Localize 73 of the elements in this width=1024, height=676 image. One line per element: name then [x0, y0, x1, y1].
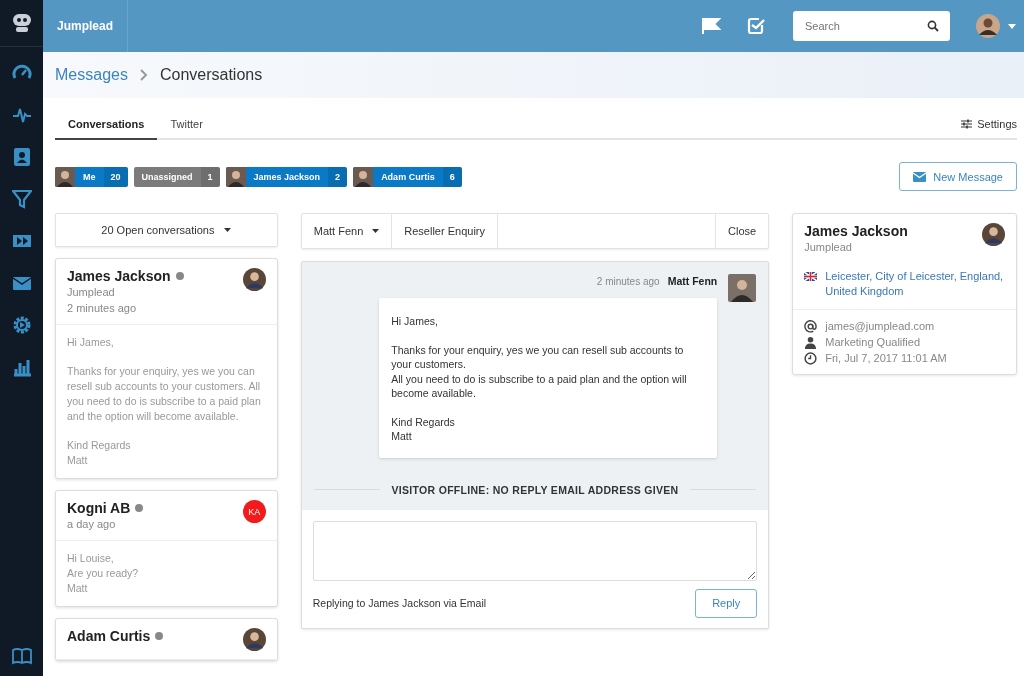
search-field[interactable]: Search [793, 11, 950, 41]
message-preview: Thanks for your enquiry, yes we you can resell sub accounts to your customers. All you need to do is subscribe to a paid plan and the option will become available. [67, 364, 262, 424]
sliders-icon [961, 119, 973, 129]
avatar [242, 268, 266, 291]
bar-chart-icon[interactable] [11, 357, 32, 377]
breadcrumb-link[interactable]: Messages [55, 66, 128, 84]
chevron-icon [139, 69, 148, 81]
avatar [225, 166, 246, 187]
filter-chip[interactable]: James Jackson 2 [225, 166, 348, 187]
check-circle-icon[interactable] [747, 17, 765, 35]
settings-button[interactable]: Settings [961, 112, 1017, 138]
message-text: Hi James, [391, 314, 439, 329]
avatar [728, 274, 757, 302]
assignee-dropdown[interactable]: Matt Fenn [301, 214, 393, 248]
avatar [353, 166, 374, 187]
conversation-card[interactable]: Adam Curtis [55, 618, 278, 661]
contact-name: James Jackson [804, 223, 908, 239]
avatar [55, 166, 75, 187]
company-name: Jumplead [804, 240, 853, 255]
status-dot [175, 272, 184, 280]
conversation-card[interactable] [55, 258, 278, 479]
message-preview: Kind Regards Matt [67, 438, 132, 468]
at-sign-icon [804, 319, 818, 333]
timestamp: a day ago [67, 517, 117, 532]
timestamp: 2 minutes ago [596, 275, 660, 289]
page-title: Conversations [159, 66, 263, 84]
contact-name: James Jackson [67, 268, 171, 284]
filter-chip[interactable]: Unassigned 1 [133, 166, 220, 187]
location-link[interactable]: Leicester, City of Leicester, England, United Kingdom [825, 269, 1005, 299]
person-icon [804, 335, 818, 349]
avatar [982, 223, 1005, 246]
close-button[interactable]: Close [715, 214, 769, 248]
author-name: Matt Fenn [667, 275, 718, 287]
tab[interactable]: Twitter [157, 112, 216, 140]
reply-hint: Replying to James Jackson via Email [312, 596, 487, 609]
contact-name: Adam Curtis [67, 628, 151, 644]
filter-icon[interactable] [11, 189, 32, 209]
reply-button[interactable]: Reply [695, 588, 758, 618]
filter-chip[interactable]: Adam Curtis 6 [353, 166, 462, 187]
conversation-card[interactable]: Kogni AB a day ago KA Hi Louise, Are you ready? Matt [55, 490, 278, 607]
offline-notice: VISITOR OFFLINE: NO REPLY EMAIL ADDRESS GIVEN [391, 483, 679, 496]
reply-field[interactable] [312, 520, 758, 581]
tab[interactable]: Conversations [55, 112, 158, 140]
subject: Reseller Enquiry [392, 214, 498, 248]
clock-icon [804, 351, 818, 365]
contact-detail: Fri, Jul 7, 2017 11:01 AM [825, 351, 947, 366]
book-icon[interactable] [11, 646, 32, 666]
caret-icon[interactable] [1008, 23, 1016, 29]
conversation-filter-dropdown[interactable]: 20 Open conversations [55, 213, 278, 247]
gear-icon[interactable] [11, 315, 32, 335]
timestamp: 2 minutes ago [67, 301, 138, 316]
flag-icon [804, 272, 818, 281]
flag-icon[interactable] [701, 17, 721, 35]
avatar [242, 628, 266, 651]
message-preview: Hi Louise, Are you ready? Matt [67, 551, 140, 596]
caret-icon [224, 228, 232, 232]
filter-chip[interactable]: Me 20 [55, 166, 128, 187]
message-preview: Hi James, [67, 335, 115, 350]
new-message-button[interactable]: New Message [899, 162, 1017, 191]
contact-card-icon[interactable] [11, 147, 32, 167]
mail-icon [913, 171, 927, 182]
caret-icon [372, 229, 380, 233]
company-name: Jumplead [67, 285, 116, 300]
message-text: Kind Regards Matt [391, 414, 456, 444]
search-icon[interactable] [927, 20, 939, 32]
message-text: Thanks for your enquiry, yes we you can resell sub accounts to your customers. All you need to do is subscribe to a paid plan and the option will become available. [391, 342, 688, 401]
status-dot [155, 632, 164, 640]
initials-avatar: KA [242, 500, 266, 523]
status-dot [135, 504, 144, 512]
contact-name: Kogni AB [67, 500, 131, 516]
user-avatar[interactable] [976, 14, 1000, 38]
contact-detail: Marketing Qualified [825, 335, 920, 350]
contact-detail: james@jumplead.com [825, 319, 935, 334]
